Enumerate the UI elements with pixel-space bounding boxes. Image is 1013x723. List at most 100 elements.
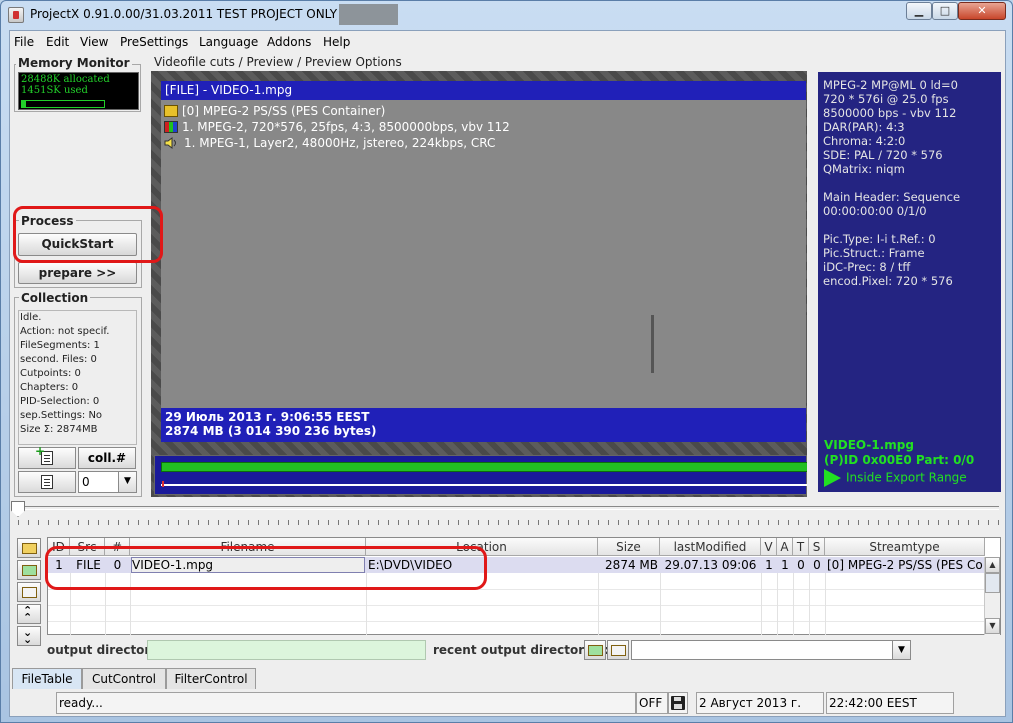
folder-icon	[22, 543, 37, 554]
collection-line: Chapters: 0	[20, 382, 79, 393]
collection-line: second. Files: 0	[20, 354, 97, 365]
open-file-button[interactable]	[17, 538, 41, 558]
coll-number-select[interactable]: 0 ▼	[78, 471, 137, 493]
add-document-icon	[35, 444, 53, 465]
menu-language[interactable]: Language	[199, 35, 258, 49]
menu-view[interactable]: View	[80, 35, 108, 49]
status-save	[668, 692, 688, 714]
cell-size[interactable]: 2874 MB	[598, 557, 658, 573]
preview-panel[interactable]: [FILE] - VIDEO-1.mpg [0] MPEG-2 PS/SS (P…	[151, 71, 807, 497]
move-down-button[interactable]: ⌄ ⌄	[17, 626, 41, 646]
cell-id[interactable]: 1	[48, 557, 70, 573]
cell-lastmodified[interactable]: 29.07.13 09:06	[660, 557, 761, 573]
stream-line-audio: 1. MPEG-1, Layer2, 48000Hz, jstereo, 224…	[164, 136, 495, 150]
app-window: ProjectX 0.91.0.00/31.03.2011 TEST PROJE…	[0, 0, 1013, 723]
grid-line	[660, 573, 661, 635]
folder-remove-icon	[611, 645, 626, 656]
file-table[interactable]: ID Src # Filename Location Size lastModi…	[47, 537, 1001, 635]
cell-s[interactable]: 0	[809, 557, 825, 573]
stream-line-video: 1. MPEG-2, 720*576, 25fps, 4:3, 8500000b…	[164, 120, 510, 134]
file-status: VIDEO-1.mpg (P)ID 0x00E0 Part: 0/0	[824, 438, 974, 468]
folder-remove-icon	[22, 587, 37, 598]
collection-line: Idle.	[20, 312, 42, 323]
preview-marker	[806, 315, 807, 403]
preview-marker	[651, 315, 654, 373]
info-line: Pic.Type: I-i t.Ref.: 0	[823, 232, 936, 246]
preview-title: Videofile cuts / Preview / Preview Optio…	[152, 55, 404, 69]
chevron-down-icon[interactable]: ▼	[118, 472, 136, 492]
coll-number-value: 0	[82, 475, 90, 489]
info-line: Chroma: 4:2:0	[823, 134, 906, 148]
menu-bar: File Edit View PreSettings Language Addo…	[10, 31, 1005, 54]
timeline-thumb[interactable]	[11, 501, 25, 517]
add-file-button[interactable]	[17, 560, 41, 580]
remove-file-button[interactable]	[17, 582, 41, 602]
move-up-button[interactable]: ⌃ ⌃	[17, 604, 41, 624]
quickstart-button[interactable]: QuickStart	[18, 233, 137, 256]
window-title: ProjectX 0.91.0.00/31.03.2011 TEST PROJE…	[30, 7, 380, 21]
info-line: 8500000 bps - vbv 112	[823, 106, 957, 120]
menu-presettings[interactable]: PreSettings	[120, 35, 188, 49]
cell-t[interactable]: 0	[793, 557, 809, 573]
title-bar[interactable]: ProjectX 0.91.0.00/31.03.2011 TEST PROJE…	[1, 1, 1012, 29]
cut-track[interactable]	[154, 455, 807, 495]
maximize-button[interactable]: □	[932, 2, 958, 20]
table-scrollbar[interactable]: ▲ ▼	[984, 557, 1000, 635]
info-line: MPEG-2 MP@ML 0 ld=0	[823, 78, 958, 92]
menu-file[interactable]: File	[14, 35, 34, 49]
column-header-filename[interactable]: Filename	[130, 538, 366, 556]
scroll-up-icon[interactable]: ▲	[985, 557, 1000, 573]
add-collection-button[interactable]	[18, 444, 76, 469]
info-line: QMatrix: niqm	[823, 162, 905, 176]
tab-cutcontrol[interactable]: CutControl	[82, 668, 166, 689]
cut-line	[161, 484, 807, 486]
column-header-streamtype[interactable]: Streamtype	[825, 538, 985, 556]
column-header-a[interactable]: A	[777, 538, 793, 556]
tab-filtercontrol[interactable]: FilterControl	[166, 668, 256, 689]
close-button[interactable]: ✕	[958, 2, 1006, 20]
cell-v[interactable]: 1	[761, 557, 777, 573]
add-output-dir-button[interactable]	[584, 640, 606, 660]
stream-info-panel: MPEG-2 MP@ML 0 ld=0 720 * 576i @ 25.0 fp…	[818, 72, 1001, 492]
collection-document-button[interactable]	[18, 471, 76, 493]
chevron-down-icon[interactable]: ▼	[892, 641, 910, 659]
column-header-number[interactable]: #	[105, 538, 130, 556]
menu-help[interactable]: Help	[323, 35, 350, 49]
column-header-id[interactable]: ID	[48, 538, 70, 556]
menu-addons[interactable]: Addons	[267, 35, 311, 49]
remove-output-dir-button[interactable]	[607, 640, 629, 660]
export-range-bar	[161, 462, 807, 472]
move-down-icon: ⌄ ⌄	[23, 626, 33, 646]
grid-line	[48, 589, 984, 590]
prepare-button[interactable]: prepare >>	[18, 262, 137, 284]
info-line	[823, 218, 996, 232]
column-header-v[interactable]: V	[761, 538, 777, 556]
scroll-down-icon[interactable]: ▼	[985, 618, 1000, 634]
export-range-indicator: Inside Export Range	[824, 469, 967, 487]
cell-number[interactable]: 0	[105, 557, 130, 573]
timeline-slider[interactable]	[10, 501, 1005, 529]
cell-a[interactable]: 1	[777, 557, 793, 573]
minimize-button[interactable]: ▁	[906, 2, 932, 20]
info-line: iDC-Prec: 8 / tff	[823, 260, 911, 274]
output-directory-field[interactable]	[147, 640, 426, 660]
column-header-s[interactable]: S	[809, 538, 825, 556]
cell-src[interactable]: FILE	[72, 557, 105, 573]
column-header-location[interactable]: Location	[366, 538, 598, 556]
cell-filename[interactable]: VIDEO-1.mpg	[131, 557, 365, 573]
collection-line: PID-Selection: 0	[20, 396, 100, 407]
timeline-rail	[24, 506, 999, 510]
stream-text: 1. MPEG-2, 720*576, 25fps, 4:3, 8500000b…	[182, 120, 510, 134]
cell-location[interactable]: E:\DVD\VIDEO	[368, 557, 598, 573]
tab-filetable[interactable]: FileTable	[12, 668, 82, 689]
status-date: 2 Август 2013 г.	[696, 692, 824, 714]
column-header-lastmodified[interactable]: lastModified	[660, 538, 761, 556]
column-header-size[interactable]: Size	[598, 538, 660, 556]
recent-output-dirs-select[interactable]: ▼	[631, 640, 911, 660]
column-header-src[interactable]: Src	[70, 538, 105, 556]
column-header-t[interactable]: T	[793, 538, 809, 556]
cell-streamtype[interactable]: [0] MPEG-2 PS/SS (PES Co...	[827, 557, 983, 573]
folder-add-icon	[588, 645, 603, 656]
scroll-thumb[interactable]	[985, 573, 1000, 593]
menu-edit[interactable]: Edit	[46, 35, 69, 49]
